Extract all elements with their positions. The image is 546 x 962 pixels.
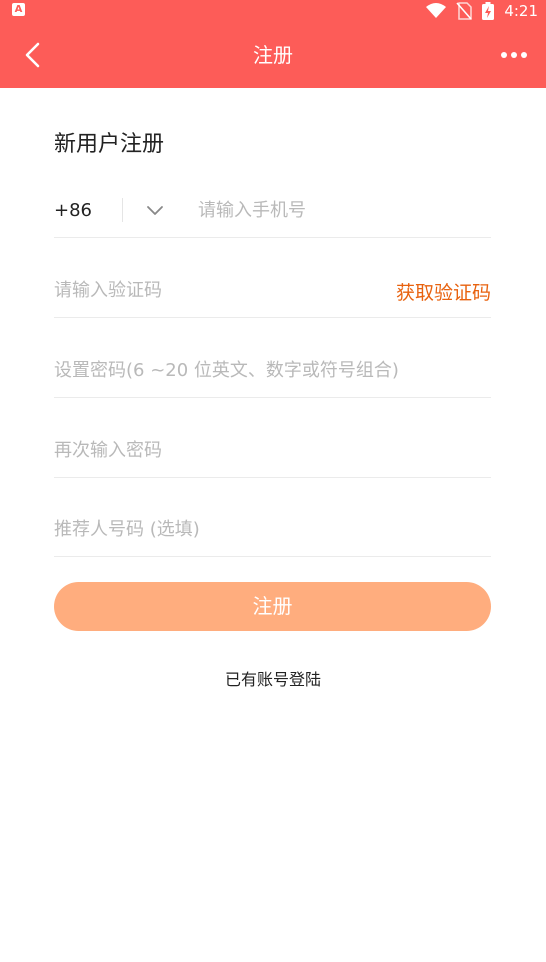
login-link[interactable]: 已有账号登陆 bbox=[0, 666, 546, 690]
country-code-selector[interactable]: +86 bbox=[54, 192, 164, 228]
form-heading: 新用户注册 bbox=[54, 132, 165, 157]
wifi-icon bbox=[426, 3, 447, 18]
status-icons: 4:21 bbox=[426, 0, 538, 22]
referrer-row bbox=[54, 477, 491, 557]
battery-charging-icon bbox=[482, 2, 495, 20]
country-code: +86 bbox=[54, 199, 92, 221]
get-code-button[interactable]: 获取验证码 bbox=[396, 278, 491, 305]
chevron-down-icon bbox=[147, 206, 163, 215]
verification-code-input[interactable] bbox=[54, 272, 354, 308]
phone-input[interactable] bbox=[198, 192, 488, 228]
referrer-input[interactable] bbox=[54, 511, 491, 547]
code-row: 获取验证码 bbox=[54, 238, 491, 318]
status-bar: A 4:21 bbox=[0, 0, 546, 22]
more-horizontal-icon[interactable] bbox=[500, 45, 528, 65]
status-time: 4:21 bbox=[504, 2, 538, 20]
app-notification-icon: A bbox=[12, 3, 25, 16]
register-button[interactable]: 注册 bbox=[54, 582, 491, 631]
password-input[interactable] bbox=[54, 352, 491, 388]
country-divider bbox=[122, 198, 123, 222]
password-row bbox=[54, 318, 491, 398]
nav-bar: 注册 bbox=[0, 22, 546, 88]
no-sim-icon bbox=[456, 2, 473, 20]
confirm-password-row bbox=[54, 398, 491, 478]
phone-row: +86 bbox=[54, 158, 491, 238]
confirm-password-input[interactable] bbox=[54, 432, 491, 468]
page-title: 注册 bbox=[253, 43, 293, 67]
